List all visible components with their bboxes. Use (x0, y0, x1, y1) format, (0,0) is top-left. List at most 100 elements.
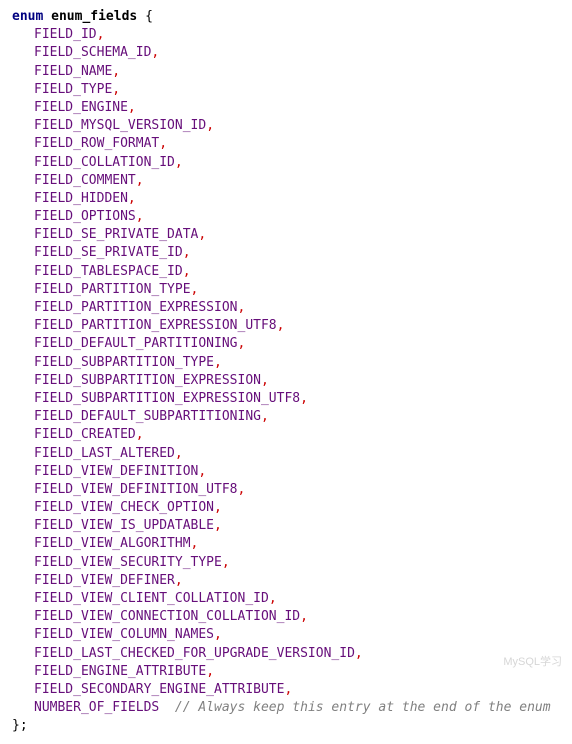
comma: , (206, 664, 214, 679)
enum-field: FIELD_SUBPARTITION_EXPRESSION, (12, 372, 560, 390)
enum-field: FIELD_NAME, (12, 63, 560, 81)
code-block: enum enum_fields { FIELD_ID,FIELD_SCHEMA… (12, 8, 560, 736)
field-name: FIELD_SE_PRIVATE_ID (34, 245, 183, 260)
field-name: FIELD_SUBPARTITION_EXPRESSION (34, 373, 261, 388)
enum-field: FIELD_CREATED, (12, 426, 560, 444)
field-name: NUMBER_OF_FIELDS (34, 700, 159, 715)
enum-field: FIELD_SE_PRIVATE_ID, (12, 244, 560, 262)
enum-field: FIELD_SUBPARTITION_TYPE, (12, 354, 560, 372)
enum-field: FIELD_VIEW_DEFINER, (12, 572, 560, 590)
field-name: FIELD_NAME (34, 64, 112, 79)
enum-field: FIELD_ENGINE_ATTRIBUTE, (12, 663, 560, 681)
comma: , (151, 45, 159, 60)
comma: , (261, 409, 269, 424)
enum-field: FIELD_VIEW_DEFINITION_UTF8, (12, 481, 560, 499)
comma: , (136, 209, 144, 224)
field-name: FIELD_SUBPARTITION_TYPE (34, 355, 214, 370)
enum-field: FIELD_PARTITION_EXPRESSION_UTF8, (12, 317, 560, 335)
comma: , (238, 300, 246, 315)
watermark: MySQL学习 (503, 655, 562, 670)
comma: , (136, 173, 144, 188)
comma: , (198, 227, 206, 242)
enum-field: FIELD_VIEW_COLUMN_NAMES, (12, 626, 560, 644)
field-name: FIELD_SE_PRIVATE_DATA (34, 227, 198, 242)
comma: , (191, 536, 199, 551)
field-name: FIELD_VIEW_DEFINITION_UTF8 (34, 482, 238, 497)
enum-field: FIELD_VIEW_SECURITY_TYPE, (12, 554, 560, 572)
field-name: FIELD_PARTITION_EXPRESSION_UTF8 (34, 318, 277, 333)
field-name: FIELD_VIEW_ALGORITHM (34, 536, 191, 551)
enum-field: FIELD_SUBPARTITION_EXPRESSION_UTF8, (12, 390, 560, 408)
field-name: FIELD_SECONDARY_ENGINE_ATTRIBUTE (34, 682, 284, 697)
comma: , (238, 336, 246, 351)
enum-last-field: NUMBER_OF_FIELDS // Always keep this ent… (12, 699, 560, 717)
field-name: FIELD_PARTITION_EXPRESSION (34, 300, 238, 315)
comma: , (183, 264, 191, 279)
field-name: FIELD_CREATED (34, 427, 136, 442)
enum-field: FIELD_ROW_FORMAT, (12, 135, 560, 153)
field-name: FIELD_VIEW_DEFINER (34, 573, 175, 588)
comma: , (222, 555, 230, 570)
comment: // Always keep this entry at the end of … (175, 700, 551, 715)
enum-field: FIELD_VIEW_CHECK_OPTION, (12, 499, 560, 517)
field-name: FIELD_SCHEMA_ID (34, 45, 151, 60)
enum-field: FIELD_VIEW_CONNECTION_COLLATION_ID, (12, 608, 560, 626)
enum-field: FIELD_LAST_CHECKED_FOR_UPGRADE_VERSION_I… (12, 645, 560, 663)
comma: , (214, 355, 222, 370)
enum-fields-list: FIELD_ID,FIELD_SCHEMA_ID,FIELD_NAME,FIEL… (12, 26, 560, 699)
comma: , (191, 282, 199, 297)
field-name: FIELD_DEFAULT_SUBPARTITIONING (34, 409, 261, 424)
comma: , (112, 82, 120, 97)
field-name: FIELD_DEFAULT_PARTITIONING (34, 336, 238, 351)
field-name: FIELD_VIEW_COLUMN_NAMES (34, 627, 214, 642)
enum-declaration: enum enum_fields { (12, 8, 560, 26)
enum-field: FIELD_COMMENT, (12, 172, 560, 190)
enum-field: FIELD_SECONDARY_ENGINE_ATTRIBUTE, (12, 681, 560, 699)
field-name: FIELD_COMMENT (34, 173, 136, 188)
enum-field: FIELD_VIEW_CLIENT_COLLATION_ID, (12, 590, 560, 608)
field-name: FIELD_VIEW_DEFINITION (34, 464, 198, 479)
comma: , (214, 518, 222, 533)
field-name: FIELD_OPTIONS (34, 209, 136, 224)
enum-field: FIELD_COLLATION_ID, (12, 154, 560, 172)
field-name: FIELD_ID (34, 27, 97, 42)
close-brace: }; (12, 717, 560, 735)
comma: , (175, 155, 183, 170)
comma: , (214, 627, 222, 642)
comma: , (97, 27, 105, 42)
comma: , (112, 64, 120, 79)
enum-field: FIELD_VIEW_IS_UPDATABLE, (12, 517, 560, 535)
enum-field: FIELD_VIEW_DEFINITION, (12, 463, 560, 481)
field-name: FIELD_LAST_ALTERED (34, 446, 175, 461)
comma: , (159, 136, 167, 151)
enum-field: FIELD_ID, (12, 26, 560, 44)
field-name: FIELD_LAST_CHECKED_FOR_UPGRADE_VERSION_I… (34, 646, 355, 661)
field-name: FIELD_MYSQL_VERSION_ID (34, 118, 206, 133)
field-name: FIELD_ROW_FORMAT (34, 136, 159, 151)
field-name: FIELD_VIEW_CONNECTION_COLLATION_ID (34, 609, 300, 624)
enum-field: FIELD_LAST_ALTERED, (12, 445, 560, 463)
comma: , (136, 427, 144, 442)
field-name: FIELD_HIDDEN (34, 191, 128, 206)
enum-field: FIELD_PARTITION_EXPRESSION, (12, 299, 560, 317)
field-name: FIELD_COLLATION_ID (34, 155, 175, 170)
enum-name: enum_fields (51, 9, 137, 24)
comma: , (175, 446, 183, 461)
field-name: FIELD_TYPE (34, 82, 112, 97)
comma: , (214, 500, 222, 515)
comma: , (277, 318, 285, 333)
enum-field: FIELD_HIDDEN, (12, 190, 560, 208)
comma: , (128, 191, 136, 206)
field-name: FIELD_SUBPARTITION_EXPRESSION_UTF8 (34, 391, 300, 406)
enum-field: FIELD_ENGINE, (12, 99, 560, 117)
enum-field: FIELD_MYSQL_VERSION_ID, (12, 117, 560, 135)
comma: , (183, 245, 191, 260)
open-brace: { (145, 9, 153, 24)
enum-field: FIELD_TABLESPACE_ID, (12, 263, 560, 281)
comma: , (206, 118, 214, 133)
field-name: FIELD_ENGINE_ATTRIBUTE (34, 664, 206, 679)
field-name: FIELD_TABLESPACE_ID (34, 264, 183, 279)
comma: , (198, 464, 206, 479)
enum-field: FIELD_SE_PRIVATE_DATA, (12, 226, 560, 244)
comma: , (261, 373, 269, 388)
